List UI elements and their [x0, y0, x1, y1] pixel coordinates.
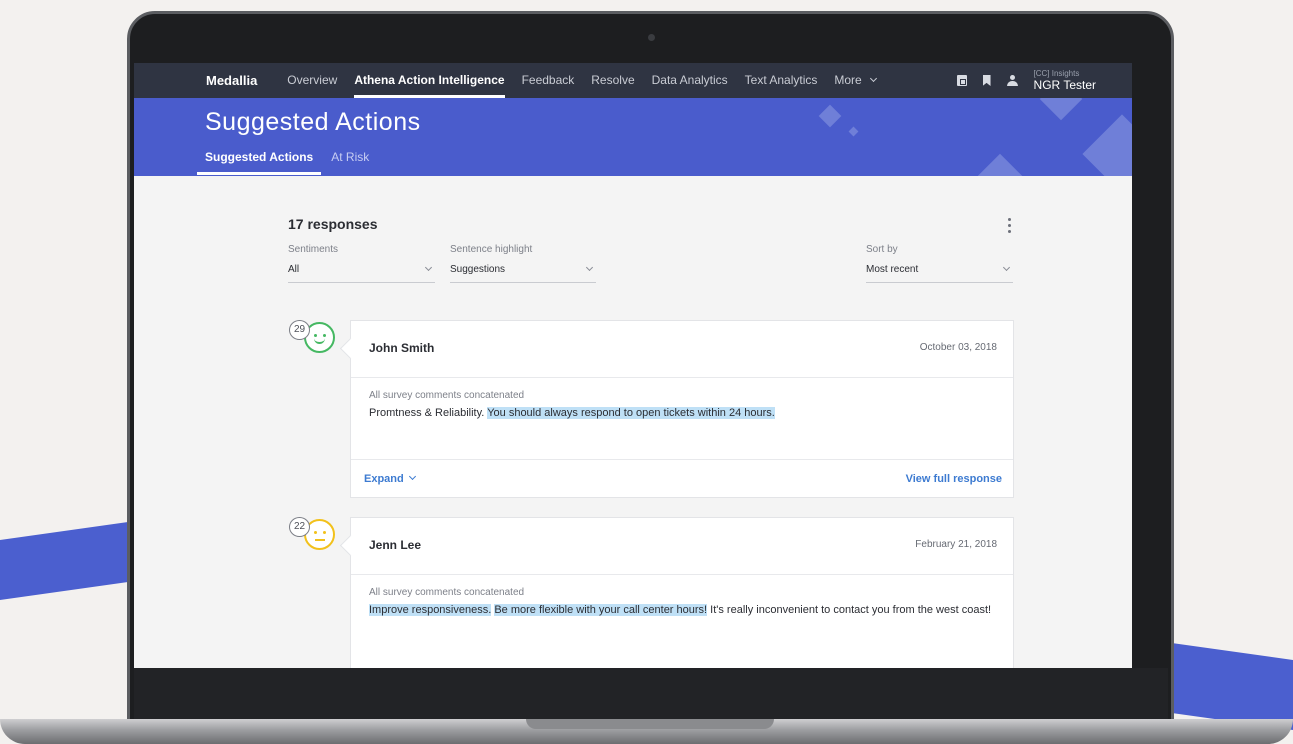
nav-item-resolve[interactable]: Resolve [591, 63, 634, 98]
laptop-chin [134, 668, 1168, 720]
response-date: February 21, 2018 [915, 539, 997, 550]
tab-suggested-actions[interactable]: Suggested Actions [197, 150, 322, 175]
response-date: October 03, 2018 [919, 342, 997, 353]
comment-text: Improve responsiveness. Be more flexible… [369, 602, 995, 618]
card-body: All survey comments concatenated Promtne… [351, 378, 1013, 460]
comment-text: Promtness & Reliability. You should alwa… [369, 405, 995, 421]
nav-item-feedback[interactable]: Feedback [522, 63, 575, 98]
tab-at-risk[interactable]: At Risk [323, 150, 377, 175]
filter-label: Sort by [866, 244, 898, 255]
response-card: John Smith October 03, 2018 All survey c… [350, 320, 1014, 498]
user-role: [CC] Insights [1033, 69, 1080, 78]
respondent-name: Jenn Lee [369, 538, 422, 552]
nav-item-athena-action-intelligence[interactable]: Athena Action Intelligence [354, 63, 505, 98]
comment-plain: It's really inconvenient to contact you … [707, 604, 992, 616]
header-decoration [1082, 114, 1132, 176]
comment-highlight: Be more flexible with your call center h… [494, 604, 708, 616]
comment-plain: Promtness & Reliability. [369, 407, 488, 419]
sentiments-select[interactable]: All [288, 263, 435, 283]
comment-label: All survey comments concatenated [369, 587, 525, 598]
header-decoration [971, 153, 1029, 176]
filter-sort-by: Sort by Most recent [866, 244, 1013, 283]
main-content: 17 responses Sentiments All Sentence hig… [134, 176, 1132, 668]
chevron-down-icon [1002, 263, 1011, 272]
score-badge: 29 [289, 320, 310, 340]
comment-label: All survey comments concatenated [369, 390, 525, 401]
card-footer: Expand View full response [351, 460, 1013, 497]
nav-item-more-label: More [834, 73, 862, 87]
brand-logo[interactable]: Medallia [206, 73, 257, 88]
filter-label: Sentence highlight [450, 244, 533, 255]
filter-sentiments: Sentiments All [288, 244, 435, 283]
chevron-down-icon [424, 263, 433, 272]
nav-item-overview[interactable]: Overview [287, 63, 337, 98]
kebab-menu-icon[interactable] [1008, 218, 1012, 234]
header-tabs: Suggested Actions At Risk [197, 150, 379, 175]
response-count: 17 responses [288, 216, 378, 232]
expand-button[interactable]: Expand [364, 472, 416, 485]
card-header: John Smith October 03, 2018 [351, 321, 1013, 378]
filter-label: Sentiments [288, 244, 339, 255]
sort-by-select[interactable]: Most recent [866, 263, 1013, 283]
nav-item-text-analytics[interactable]: Text Analytics [745, 63, 818, 98]
backdrop-swoosh-left [0, 520, 140, 600]
user-name: NGR Tester [1033, 78, 1096, 92]
select-value: All [288, 264, 300, 275]
select-value: Most recent [866, 264, 919, 275]
response-card: Jenn Lee February 21, 2018 All survey co… [350, 517, 1014, 668]
page-header: Suggested Actions Suggested Actions At R… [134, 98, 1132, 176]
chevron-down-icon [870, 74, 878, 83]
view-full-response-link[interactable]: View full response [906, 473, 1002, 485]
header-decoration [818, 104, 842, 128]
top-navbar: Medallia Overview Athena Action Intellig… [134, 63, 1132, 98]
score-badge: 22 [289, 517, 310, 537]
camera [648, 34, 655, 41]
filter-sentence-highlight: Sentence highlight Suggestions [450, 244, 596, 283]
header-decoration [848, 126, 859, 137]
select-value: Suggestions [450, 264, 506, 275]
comment-highlight: You should always respond to open ticket… [487, 407, 775, 419]
user-icon[interactable] [1006, 75, 1018, 86]
export-document-icon[interactable] [956, 75, 967, 86]
chevron-down-icon [408, 472, 416, 481]
laptop-hinge-notch [526, 719, 774, 729]
comment-highlight: Improve responsiveness. [369, 604, 492, 616]
app-screen: Medallia Overview Athena Action Intellig… [134, 63, 1132, 668]
backdrop-swoosh-right [1153, 640, 1293, 730]
bookmark-icon[interactable] [982, 75, 991, 86]
chevron-down-icon [585, 263, 594, 272]
sentence-highlight-select[interactable]: Suggestions [450, 263, 596, 283]
header-decoration [1039, 98, 1083, 121]
page-title: Suggested Actions [205, 108, 421, 136]
card-header: Jenn Lee February 21, 2018 [351, 518, 1013, 575]
user-menu[interactable]: [CC] Insights NGR Tester [1033, 69, 1096, 92]
nav-right-group: [CC] Insights NGR Tester [956, 63, 1132, 98]
nav-item-more[interactable]: More [834, 63, 878, 98]
card-body: All survey comments concatenated Improve… [351, 575, 1013, 657]
respondent-name: John Smith [369, 341, 435, 355]
nav-item-data-analytics[interactable]: Data Analytics [652, 63, 728, 98]
